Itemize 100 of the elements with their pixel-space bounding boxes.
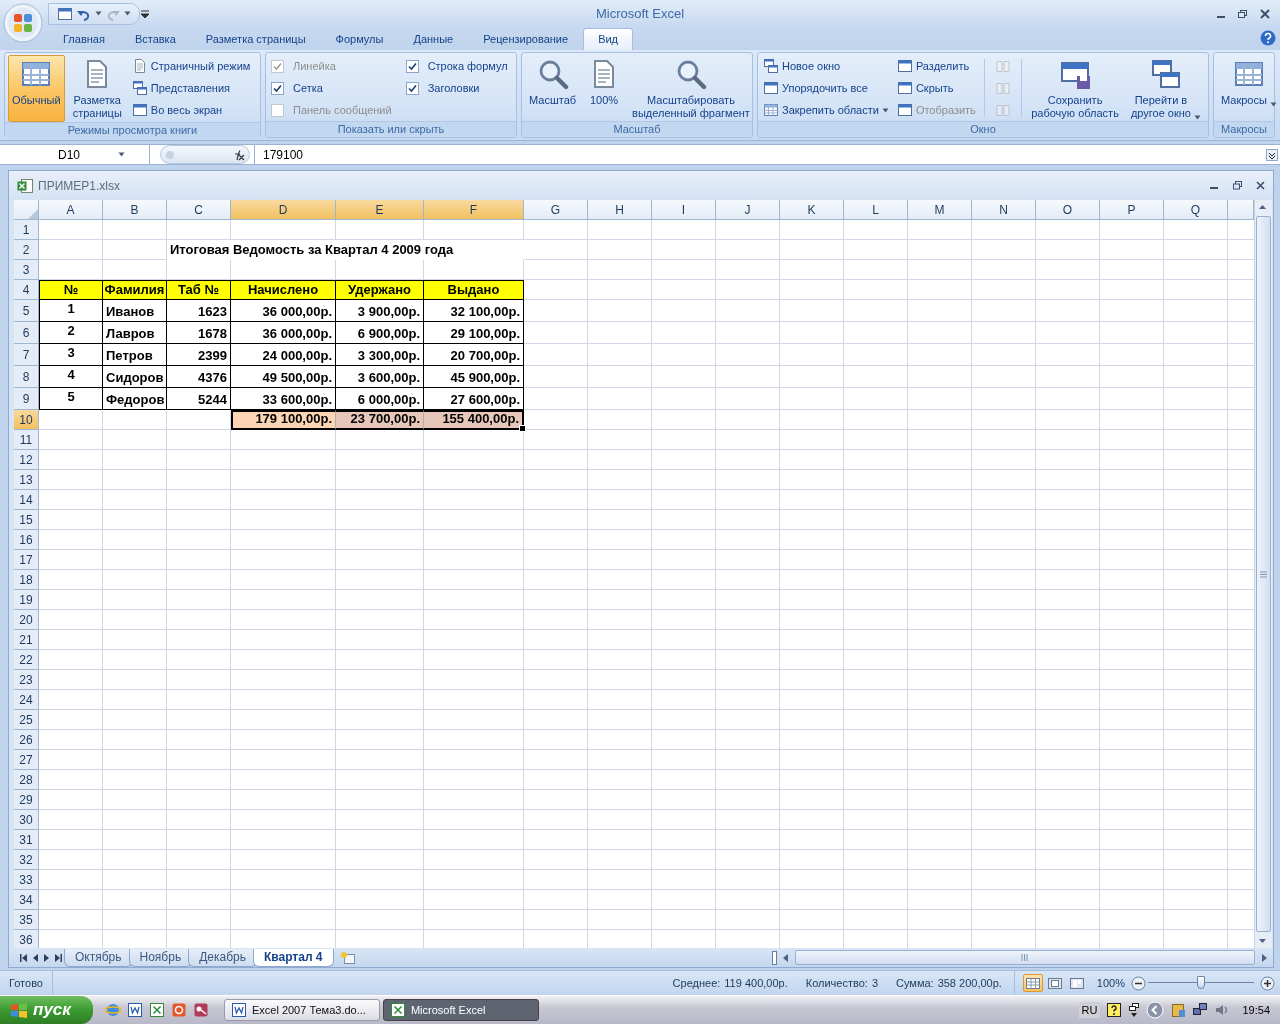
ribbon-button[interactable]: Упорядочить все xyxy=(761,77,891,99)
column-header[interactable]: P xyxy=(1100,200,1164,221)
row-header[interactable]: 36 xyxy=(14,930,39,949)
windows-icon[interactable] xyxy=(1128,1002,1141,1018)
taskbar-button[interactable]: Microsoft Excel xyxy=(382,999,539,1021)
row-header[interactable]: 32 xyxy=(14,850,39,871)
document-icon[interactable] xyxy=(126,1002,143,1018)
row-header[interactable]: 13 xyxy=(14,470,39,491)
column-header[interactable]: E xyxy=(336,200,424,221)
vertical-scrollbar[interactable] xyxy=(1254,200,1272,949)
slides-icon[interactable] xyxy=(170,1002,187,1018)
row-header[interactable]: 8 xyxy=(14,366,39,389)
normal-view-button[interactable] xyxy=(1022,974,1043,993)
spreadsheet-icon[interactable] xyxy=(148,1002,165,1018)
row-header[interactable]: 9 xyxy=(14,388,39,411)
row-header[interactable]: 24 xyxy=(14,690,39,711)
column-header[interactable]: I xyxy=(652,200,716,221)
ribbon-tab[interactable]: Разметка страницы xyxy=(190,28,321,50)
checkbox[interactable]: Сетка xyxy=(269,77,394,99)
ribbon-button[interactable]: Перейти в другое окно xyxy=(1126,55,1205,117)
ribbon-tab[interactable]: Вставка xyxy=(119,28,191,50)
total-cell[interactable]: 155 400,00р. xyxy=(424,410,524,431)
split-handle-icon[interactable] xyxy=(772,950,777,965)
ribbon-button[interactable]: 100% xyxy=(584,55,625,117)
row-header[interactable]: 34 xyxy=(14,890,39,911)
row-header[interactable]: 17 xyxy=(14,550,39,571)
row-header[interactable]: 25 xyxy=(14,710,39,731)
ribbon-button[interactable]: Во весь экран xyxy=(129,99,253,121)
row-header[interactable]: 33 xyxy=(14,870,39,891)
total-cell[interactable]: 23 700,00р. xyxy=(336,410,424,431)
column-header[interactable]: K xyxy=(780,200,844,221)
customize-caret-icon[interactable] xyxy=(140,8,150,19)
ribbon-button[interactable]: Закрепить области xyxy=(761,99,891,121)
start-button[interactable]: пуск xyxy=(0,996,93,1024)
ribbon-tab[interactable]: Рецензирование xyxy=(468,28,584,50)
row-header[interactable]: 26 xyxy=(14,730,39,751)
scroll-thumb[interactable] xyxy=(1256,216,1271,933)
row-header[interactable]: 23 xyxy=(14,670,39,691)
row-header[interactable]: 14 xyxy=(14,490,39,511)
ribbon-tab[interactable]: Главная xyxy=(48,28,120,50)
row-header[interactable]: 15 xyxy=(14,510,39,531)
language-indicator[interactable]: RU xyxy=(1078,1002,1101,1018)
sheet-tab[interactable]: Квартал 4 xyxy=(252,948,334,967)
row-header[interactable]: 35 xyxy=(14,910,39,931)
ribbon-button[interactable]: Представления xyxy=(129,77,253,99)
row-header[interactable]: 31 xyxy=(14,830,39,851)
ribbon-button[interactable]: Разметка страницы xyxy=(68,55,126,117)
zoom-level[interactable]: 100% xyxy=(1094,977,1131,990)
ribbon-button[interactable]: Масштаб xyxy=(525,55,581,117)
restore-icon[interactable] xyxy=(1233,181,1242,191)
ribbon-button[interactable]: Масштабировать выделенный фрагмент xyxy=(628,55,754,117)
last-sheet-icon[interactable] xyxy=(55,953,62,962)
row-header[interactable]: 20 xyxy=(14,610,39,631)
ribbon-tab[interactable]: Вид xyxy=(583,28,634,50)
column-header[interactable]: A xyxy=(39,200,103,221)
row-header[interactable]: 5 xyxy=(14,300,39,323)
previous-sheet-icon[interactable] xyxy=(33,953,38,962)
next-sheet-icon[interactable] xyxy=(44,953,49,962)
ribbon-button[interactable]: Макросы xyxy=(1217,55,1280,117)
row-header[interactable]: 28 xyxy=(14,770,39,791)
ribbon-button[interactable]: Новое окно xyxy=(761,55,891,77)
ribbon-button[interactable]: Обычный xyxy=(8,55,65,122)
row-header[interactable]: 29 xyxy=(14,790,39,811)
column-header[interactable]: G xyxy=(524,200,588,221)
row-header[interactable]: 19 xyxy=(14,590,39,611)
close-icon[interactable] xyxy=(1256,181,1265,191)
fill-handle[interactable] xyxy=(519,425,526,433)
restore-icon[interactable] xyxy=(1238,8,1248,19)
name-box[interactable]: D10 xyxy=(0,145,150,165)
close-icon[interactable] xyxy=(1260,8,1270,19)
ribbon-button[interactable]: Скрыть xyxy=(894,77,978,99)
office-button-icon[interactable] xyxy=(3,3,43,43)
chevron-left-icon[interactable] xyxy=(1146,1001,1165,1019)
ribbon-button[interactable]: Разделить xyxy=(894,55,978,77)
row-header[interactable]: 10 xyxy=(14,410,39,431)
scroll-thumb[interactable] xyxy=(795,950,1255,966)
column-header[interactable]: J xyxy=(716,200,780,221)
sheet-tab[interactable]: Октябрь xyxy=(64,948,133,967)
row-header[interactable]: 11 xyxy=(14,430,39,451)
row-header[interactable]: 22 xyxy=(14,650,39,671)
row-header[interactable]: 21 xyxy=(14,630,39,651)
checkbox[interactable]: Заголовки xyxy=(403,77,510,99)
ribbon-button[interactable]: Страничный режим xyxy=(129,55,253,77)
zoom-slider-thumb[interactable] xyxy=(1197,976,1205,990)
row-header[interactable]: 27 xyxy=(14,750,39,771)
row-header[interactable]: 3 xyxy=(14,260,39,281)
column-header[interactable]: F xyxy=(424,200,524,221)
taskbar-button[interactable]: Excel 2007 Тема3.do... xyxy=(223,999,380,1021)
row-header[interactable]: 4 xyxy=(14,280,39,301)
column-header[interactable]: N xyxy=(972,200,1036,221)
row-header[interactable]: 6 xyxy=(14,322,39,345)
key-icon[interactable] xyxy=(192,1002,209,1018)
column-header[interactable]: O xyxy=(1036,200,1100,221)
ribbon-tab[interactable]: Данные xyxy=(398,28,469,50)
zoom-in-icon[interactable] xyxy=(1260,975,1275,991)
row-header[interactable]: 1 xyxy=(14,220,39,241)
column-header[interactable]: H xyxy=(588,200,652,221)
column-header[interactable]: C xyxy=(167,200,231,221)
row-header[interactable]: 30 xyxy=(14,810,39,831)
first-sheet-icon[interactable] xyxy=(20,953,27,962)
